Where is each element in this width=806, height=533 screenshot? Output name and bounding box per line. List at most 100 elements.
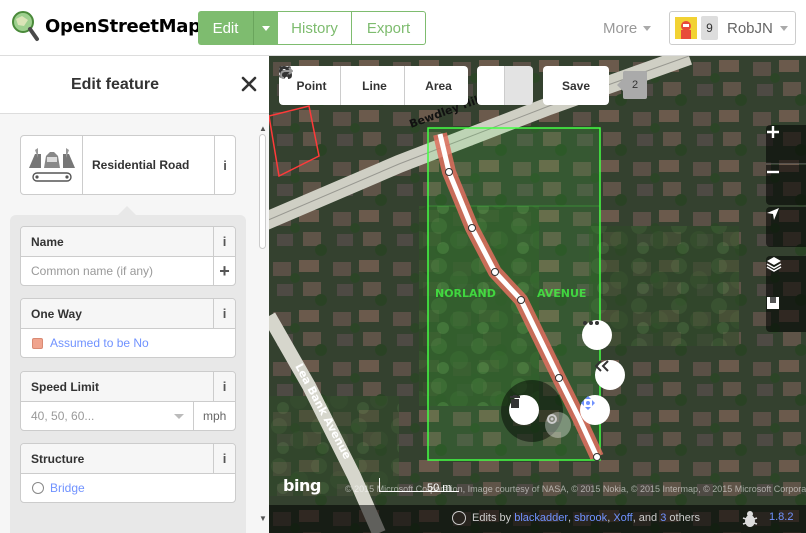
caret-down-icon	[779, 25, 788, 31]
sidebar: Edit feature ▲ ▼ Residential Road i Name…	[0, 56, 269, 533]
undo-button[interactable]	[279, 66, 505, 105]
scrollbar-thumb[interactable]	[259, 134, 266, 249]
field-body: +	[21, 257, 235, 285]
background-layers-button[interactable]	[766, 256, 806, 296]
oneway-checkbox[interactable]	[32, 337, 43, 349]
field-structure: Structure i Bridge	[20, 443, 236, 503]
field-name: Name i +	[20, 226, 236, 286]
redo-button[interactable]	[279, 66, 533, 105]
map-label-norland: NORLAND	[435, 287, 496, 300]
structure-label: Structure	[31, 451, 85, 466]
minus-icon	[767, 170, 779, 174]
close-icon[interactable]	[239, 74, 259, 94]
bridge-radio[interactable]	[32, 482, 44, 494]
field-label: Structure i	[21, 444, 235, 474]
satellite-imagery: Bewdley Hill Lea Bank Avenue AVENUE NORL…	[269, 56, 806, 533]
edits-prefix: Edits by	[472, 512, 512, 524]
speed-unit-select[interactable]: mph	[193, 402, 235, 430]
caret-down-icon[interactable]	[174, 414, 184, 419]
version-link[interactable]: 1.8.2	[769, 511, 793, 523]
straighten-button[interactable]	[595, 360, 625, 390]
unread-count-badge: 9	[701, 16, 718, 40]
preset-info-button[interactable]: i	[214, 136, 235, 194]
name-label: Name	[31, 234, 64, 249]
structure-radio-row[interactable]: Bridge	[21, 474, 235, 502]
field-label: Name i	[21, 227, 235, 257]
speed-limit-info-button[interactable]: i	[213, 372, 235, 401]
map-data-button[interactable]	[766, 296, 806, 332]
scale-label: 50 m	[427, 482, 452, 494]
disconnect-button[interactable]	[545, 412, 571, 438]
globe-icon	[452, 511, 466, 525]
move-button[interactable]	[580, 395, 610, 425]
locate-arrow-icon	[767, 208, 779, 220]
gear-icon	[547, 414, 557, 424]
oneway-checkbox-row[interactable]: Assumed to be No	[21, 329, 235, 357]
line-label: Line	[362, 78, 387, 93]
editor-link[interactable]: Xoff	[613, 512, 632, 524]
structure-info-button[interactable]: i	[213, 444, 235, 473]
preset-selector[interactable]: Residential Road i	[20, 135, 236, 195]
plus-icon	[767, 126, 779, 138]
edit-history-export-group: Edit History Export	[198, 11, 426, 45]
bridge-option: Bridge	[50, 481, 85, 495]
editor-link[interactable]: sbrook	[574, 512, 607, 524]
name-input[interactable]	[21, 264, 211, 278]
map-label-avenue: AVENUE	[537, 287, 586, 300]
more-label: More	[603, 20, 638, 37]
save-button[interactable]: Save	[543, 66, 609, 105]
more-menu[interactable]: More	[603, 20, 652, 37]
map-data-icon	[767, 297, 779, 309]
oneway-value: Assumed to be No	[50, 336, 149, 350]
field-label: One Way i	[21, 299, 235, 329]
map-toolbar: Point Line Area Save	[279, 66, 609, 105]
and-text: , and	[632, 512, 658, 524]
preset-name: Residential Road	[92, 158, 190, 172]
road-preset-icon	[21, 136, 83, 194]
name-info-button[interactable]: i	[213, 227, 235, 256]
sidebar-header: Edit feature	[0, 56, 269, 114]
field-speed-limit: Speed Limit i mph	[20, 371, 236, 431]
double-chevron-left-icon	[595, 360, 609, 372]
field-body: mph	[21, 402, 235, 430]
save-count-badge: 2	[617, 71, 647, 99]
ellipsis-icon	[583, 321, 599, 325]
delete-button[interactable]	[509, 395, 539, 425]
sidebar-scrollbar[interactable]: ▲ ▼	[257, 124, 267, 524]
speed-limit-label: Speed Limit	[31, 379, 100, 394]
add-line-button[interactable]: Line	[279, 66, 405, 105]
geolocate-button[interactable]	[766, 207, 806, 247]
move-arrows-icon	[581, 396, 595, 410]
others-text: others	[669, 512, 700, 524]
scroll-up-icon[interactable]: ▲	[259, 124, 267, 133]
zoom-in-button[interactable]	[766, 125, 806, 164]
map-canvas[interactable]: Bewdley Hill Lea Bank Avenue AVENUE NORL…	[269, 56, 806, 533]
avatar	[675, 17, 697, 39]
caret-down-icon	[643, 26, 652, 31]
add-area-button[interactable]: Area	[279, 66, 468, 105]
panel-notch	[118, 206, 136, 215]
bug-icon[interactable]	[741, 510, 759, 528]
point-label: Point	[296, 78, 327, 93]
edit-button[interactable]: Edit	[198, 11, 254, 45]
others-count-link[interactable]: 3	[660, 512, 666, 524]
editor-link[interactable]: blackadder	[514, 512, 568, 524]
field-oneway: One Way i Assumed to be No	[20, 298, 236, 358]
sidebar-title: Edit feature	[70, 76, 159, 93]
caret-down-icon	[262, 25, 270, 31]
history-button[interactable]: History	[278, 11, 352, 45]
export-button[interactable]: Export	[352, 11, 426, 45]
add-localized-name-button[interactable]: +	[213, 257, 235, 285]
oneway-label: One Way	[31, 306, 82, 321]
scroll-down-icon[interactable]: ▼	[259, 514, 267, 523]
field-label: Speed Limit i	[21, 372, 235, 402]
zoom-out-button[interactable]	[766, 165, 806, 205]
more-operations-button[interactable]	[582, 320, 612, 350]
layers-icon	[766, 257, 782, 272]
top-header: OpenStreetMap Edit History Export More 9…	[0, 0, 806, 56]
edit-dropdown-button[interactable]	[254, 11, 278, 45]
user-menu[interactable]: 9 RobJN	[669, 11, 796, 45]
oneway-info-button[interactable]: i	[213, 299, 235, 328]
bing-logo[interactable]: bing	[283, 476, 321, 495]
osm-logo[interactable]: OpenStreetMap	[10, 10, 201, 42]
